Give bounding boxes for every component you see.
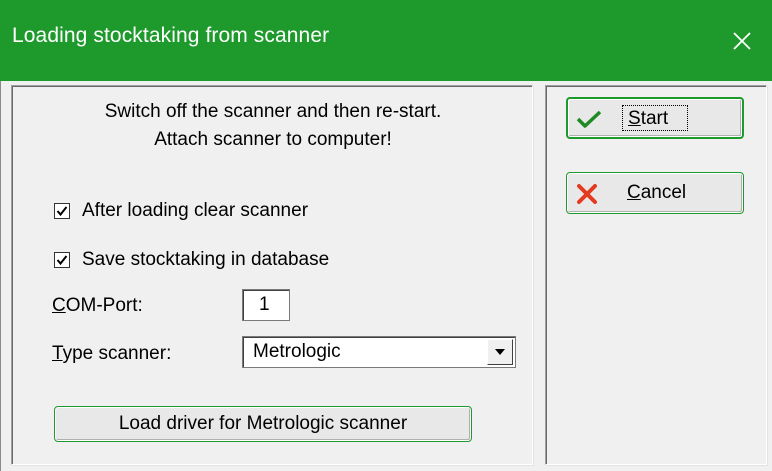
dropdown-button[interactable] (487, 339, 513, 365)
close-icon (733, 31, 751, 50)
type-scanner-value: Metrologic (253, 341, 341, 362)
checkmark-icon (576, 109, 602, 135)
x-cross-icon (575, 183, 599, 211)
start-button[interactable]: Start (566, 97, 744, 139)
instruction-line-2: Attach scanner to computer! (154, 129, 392, 150)
close-button[interactable] (712, 0, 772, 81)
options-panel: Switch off the scanner and then re-start… (11, 85, 533, 465)
checkmark-icon (56, 206, 68, 217)
instruction-line-1: Switch off the scanner and then re-start… (104, 101, 442, 122)
start-label: Start (628, 108, 669, 129)
type-scanner-label: Type scanner: (52, 343, 172, 364)
com-port-input[interactable]: 1 (242, 289, 290, 321)
clear-scanner-label[interactable]: After loading clear scanner (82, 199, 308, 223)
load-driver-button[interactable]: Load driver for Metrologic scanner (54, 406, 472, 442)
actions-panel: Start Cancel (545, 85, 767, 465)
dialog-window: Loading stocktaking from scanner Switch … (0, 0, 772, 471)
save-database-checkbox[interactable] (54, 252, 70, 268)
type-scanner-select[interactable]: Metrologic (242, 336, 516, 368)
chevron-down-icon (495, 349, 505, 355)
save-database-label[interactable]: Save stocktaking in database (82, 248, 329, 272)
dialog-body: Switch off the scanner and then re-start… (0, 81, 772, 471)
clear-scanner-checkbox[interactable] (54, 203, 70, 219)
window-title: Loading stocktaking from scanner (12, 24, 330, 47)
checkmark-icon (56, 255, 68, 266)
cancel-label: Cancel (627, 182, 687, 203)
title-bar: Loading stocktaking from scanner (0, 0, 772, 81)
cancel-button[interactable]: Cancel (566, 172, 744, 214)
com-port-label: COM-Port: (52, 295, 143, 316)
